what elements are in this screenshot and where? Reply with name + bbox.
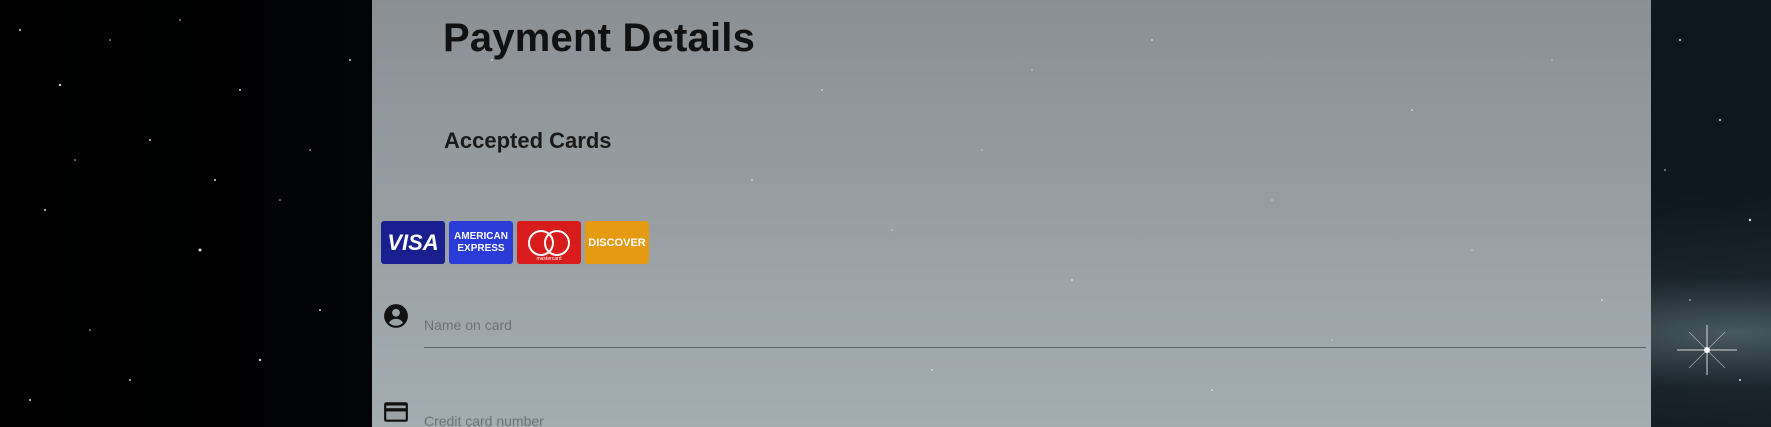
- name-on-card-input[interactable]: [424, 317, 1646, 333]
- card-number-field: [382, 398, 410, 426]
- mastercard-label: mastercard: [536, 256, 562, 262]
- amex-card-logo: AMERICAN EXPRESS: [449, 221, 513, 264]
- mastercard-card-logo: mastercard: [517, 221, 581, 264]
- amex-label-line2: EXPRESS: [457, 242, 505, 254]
- amex-label-line1: AMERICAN: [454, 230, 508, 242]
- payment-panel: Payment Details Accepted Cards VISA AMER…: [372, 0, 1651, 427]
- accepted-cards-list: VISA AMERICAN EXPRESS mastercard DISCOVE…: [381, 221, 649, 264]
- visa-label: VISA: [387, 229, 439, 255]
- visa-card-logo: VISA: [381, 221, 445, 264]
- card-number-input[interactable]: [424, 413, 1646, 427]
- credit-card-icon: [382, 398, 410, 426]
- name-on-card-underline: [424, 347, 1646, 348]
- accepted-cards-heading: Accepted Cards: [444, 128, 612, 153]
- discover-label: DISCOVER: [588, 236, 646, 249]
- account-circle-icon: [382, 302, 410, 330]
- mastercard-circles-icon: [526, 228, 572, 258]
- panel-starfield: [491, 29, 1603, 391]
- discover-card-logo: DISCOVER: [585, 221, 649, 264]
- page-title: Payment Details: [443, 16, 756, 60]
- name-on-card-field: [382, 302, 410, 330]
